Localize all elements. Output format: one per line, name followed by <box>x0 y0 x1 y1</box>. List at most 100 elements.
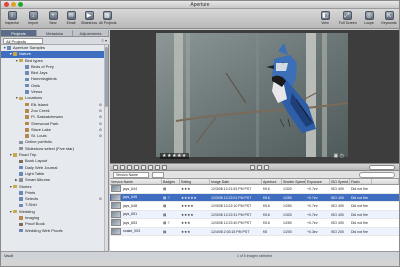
image-date-cell: 12/3/08 12:22:31 PM PST <box>211 212 252 217</box>
crop-icon[interactable] <box>141 165 146 170</box>
image-thumbnail[interactable] <box>111 185 121 193</box>
table-row[interactable]: jays_653 ▤ ⚐ ★★★ 12/3/08 12:22:40 PM PST f/5… <box>110 219 399 228</box>
blue-jay-photo[interactable] <box>156 33 348 157</box>
all-projects-button[interactable]: ▦ All Projects <box>99 11 117 28</box>
column-header-aperture[interactable]: Aperture <box>262 179 282 184</box>
rotate-right-icon[interactable] <box>127 165 132 170</box>
exposure-cell: +0.7ev <box>307 212 318 217</box>
album-icon <box>19 172 23 176</box>
select-tool-icon[interactable] <box>113 165 118 170</box>
tree-item-label: Road Trip <box>19 152 37 158</box>
column-header-flash[interactable]: Flash <box>350 179 372 184</box>
main-toolbar: i Inspector ↓ Import + New ✉ Email ▶ Slideshow ▦ Al… <box>1 9 399 29</box>
image-rating-stars[interactable]: ★★★★★ <box>160 153 189 159</box>
table-row[interactable]: jays_648 ▤ ★★★★ 12/3/08 12:22:10 PM PST f/5.… <box>110 202 399 211</box>
column-header-exposure[interactable]: Exposure <box>306 179 330 184</box>
iso-speed-cell: ISO 400 <box>331 187 344 191</box>
inspector-button[interactable]: i Inspector <box>4 11 20 28</box>
view-button[interactable]: ◧ View <box>317 11 333 28</box>
tab-adjustments[interactable]: Adjustments <box>73 30 109 36</box>
tree-item-label: Smart Albums <box>25 177 50 183</box>
view-mode-icon[interactable] <box>250 165 255 170</box>
column-header-rating[interactable]: Rating <box>180 179 210 184</box>
column-header-image-date[interactable]: Image Date <box>210 179 262 184</box>
loupe-button[interactable]: ◎ Loupe <box>361 11 377 28</box>
rating-cell: ★★★ <box>181 221 191 225</box>
column-header-badges[interactable]: Badges <box>162 179 180 184</box>
version-name-text: jays_648 <box>123 203 138 208</box>
shutter-speed-cell: 1/320 <box>283 187 292 191</box>
iso-speed-cell: ISO 400 <box>331 221 344 225</box>
keywords-button[interactable]: K Keywords <box>381 11 397 28</box>
lift-stamp-icon[interactable] <box>162 165 167 170</box>
sort-direction-select[interactable] <box>152 172 164 178</box>
book-icon <box>19 222 23 226</box>
project-action-buttons[interactable]: ≡ ▾ <box>102 38 107 44</box>
image-date-cell: 12/4/08 2:03:15 PM PST <box>211 229 250 234</box>
viewer-corner-icons[interactable]: ▣ ◷ <box>334 153 344 159</box>
image-thumbnail[interactable] <box>111 219 121 227</box>
table-row[interactable]: jays_645 ▤ ⚐ ★★★★★ 12/3/08 12:22:01 PM PST f… <box>110 193 399 202</box>
rotate-left-icon[interactable] <box>120 165 125 170</box>
project-icon <box>25 115 29 119</box>
version-name-text: jays_645 <box>123 195 138 199</box>
image-thumbnail[interactable] <box>111 202 121 210</box>
tree-item-label: Prints <box>25 189 36 195</box>
sort-select[interactable]: Version Name <box>113 172 149 178</box>
table-row[interactable]: snake_003 ▤ ★★★ 12/4/08 2:03:15 PM PST f/8 1/… <box>110 227 399 236</box>
tree-item[interactable]: Wedding Web Proofs <box>1 228 105 234</box>
column-header-shutter-speed[interactable]: Shutter Speed <box>282 179 306 184</box>
image-thumbnail[interactable] <box>111 227 121 235</box>
rating-cell: ★★★ <box>181 229 191 234</box>
tree-item-label: St. Louis <box>31 133 47 139</box>
toolbar-button-label: Inspector <box>4 21 20 25</box>
tree-item-label: Sherwood Park <box>31 120 59 126</box>
full-screen-button[interactable]: ⤢ Full Screen <box>339 11 357 28</box>
image-thumbnail[interactable] <box>111 193 121 201</box>
table-row[interactable]: jays_644 ▤ ★★★ 12/3/08 12:21:53 PM PST f/5.6… <box>110 185 399 194</box>
panel-tabs: Projects Metadata Adjustments <box>1 30 109 37</box>
import-button[interactable]: ↓ Import <box>25 11 41 28</box>
vault-label[interactable]: Vault <box>1 251 109 259</box>
grid-view-icon[interactable] <box>257 165 262 170</box>
flash-cell: Did not fire <box>351 212 368 217</box>
browser-search-field[interactable] <box>359 172 395 178</box>
red-eye-icon[interactable] <box>155 165 160 170</box>
straighten-icon[interactable] <box>134 165 139 170</box>
flash-cell: Did not fire <box>351 221 368 225</box>
full-screen-icon: ⤢ <box>342 11 352 20</box>
scrollbar-thumb[interactable] <box>105 47 108 107</box>
spot-patch-icon[interactable] <box>148 165 153 170</box>
toolbar-button-label: Email <box>66 21 76 25</box>
table-row[interactable]: jays_651 ▤ ★★★★ 12/3/08 12:22:31 PM PST f/5.… <box>110 210 399 219</box>
image-thumbnail[interactable] <box>111 210 121 218</box>
column-header-version-name[interactable]: Version Name <box>110 179 162 184</box>
tab-metadata[interactable]: Metadata <box>37 30 73 36</box>
list-view-icon[interactable] <box>264 165 269 170</box>
project-icon <box>25 121 29 126</box>
project-filter-bar: All Projects ≡ ▾ <box>1 37 109 45</box>
exposure-cell: +0.7ev <box>307 221 318 225</box>
album-icon <box>25 65 29 69</box>
column-header-iso-speed[interactable]: ISO Speed <box>330 179 350 184</box>
image-viewer[interactable]: ★★★★★ ▣ ◷ <box>110 30 399 163</box>
version-name-text: jays_651 <box>123 212 138 216</box>
slideshow-button[interactable]: ▶ Slideshow <box>81 11 97 28</box>
tab-projects[interactable]: Projects <box>1 30 37 36</box>
rating-cell: ★★★★ <box>181 204 194 208</box>
tree-item-label: Slave Lake <box>31 126 51 132</box>
flash-cell: Did not fire <box>351 195 368 200</box>
new-button[interactable]: + New <box>45 11 61 28</box>
aperture-cell: f/5.6 <box>263 212 270 217</box>
shutter-speed-cell: 1/320 <box>283 212 292 217</box>
email-button[interactable]: ✉ Email <box>63 11 79 28</box>
badges-cell: ▤ ⚐ <box>163 195 171 200</box>
project-tree-scrollbar[interactable] <box>104 45 108 251</box>
project-icon <box>19 216 23 220</box>
keywords-icon: K <box>384 11 394 20</box>
tree-item-label: Nature <box>19 51 32 57</box>
control-bar <box>110 163 399 171</box>
project-filter-select[interactable]: All Projects <box>3 38 43 44</box>
all-projects-icon: ▦ <box>102 11 112 20</box>
control-bar-search[interactable] <box>369 165 395 170</box>
